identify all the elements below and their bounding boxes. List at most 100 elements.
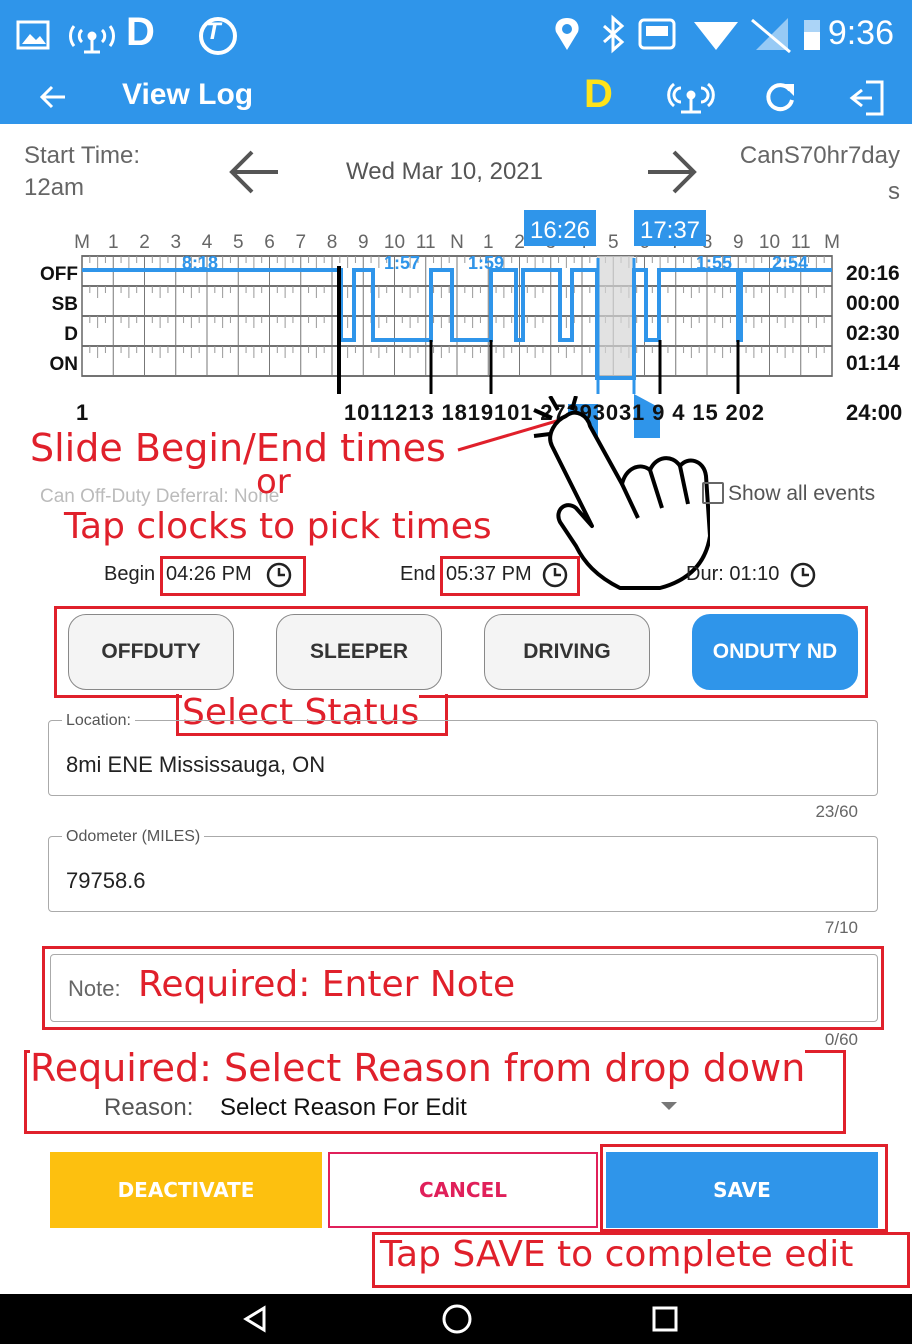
begin-time-value[interactable]: 04:26 PM — [166, 563, 252, 586]
show-all-events-label: Show all events — [728, 482, 876, 505]
driver-d-badge[interactable]: D — [584, 72, 613, 117]
end-label: End — [400, 563, 436, 585]
chart-total-all: 24:00 — [846, 400, 902, 425]
location-counter: 23/60 — [815, 802, 858, 821]
location-value[interactable]: 8mi ENE Mississauga, ON — [66, 752, 325, 778]
duration-clock-icon[interactable] — [788, 560, 818, 590]
row-total: 00:00 — [846, 292, 900, 315]
antenna-icon[interactable] — [666, 78, 716, 116]
annotation-required-note: Required: Enter Note — [138, 964, 516, 1005]
annotation-tap-save: Tap SAVE to complete edit — [380, 1234, 854, 1275]
selected-range-shade — [597, 256, 634, 376]
deferral-text: Can Off-Duty Deferral: None — [40, 486, 280, 507]
show-all-events-checkbox[interactable] — [702, 482, 724, 504]
previous-day-arrow-icon[interactable] — [226, 148, 282, 196]
duration-label: Dur: 01:10 — [686, 563, 780, 585]
hour-label: 4 — [202, 232, 213, 253]
hour-label: 7 — [295, 232, 306, 253]
page-title: View Log — [122, 78, 254, 111]
hour-label: 10 — [384, 232, 405, 253]
row-label: ON — [50, 354, 79, 375]
status-bar: D T 9:36 — [0, 0, 912, 68]
begin-time-handle-label: 16:26 — [530, 217, 590, 244]
back-arrow-icon[interactable] — [38, 82, 68, 112]
no-signal-icon — [751, 18, 791, 54]
note-label: Note: — [68, 976, 121, 1001]
nav-recents-icon[interactable] — [650, 1304, 680, 1334]
hour-label: 2 — [514, 232, 525, 253]
begin-clock-icon[interactable] — [264, 560, 294, 590]
hour-label: 11 — [791, 232, 811, 253]
nav-back-icon[interactable] — [240, 1304, 270, 1334]
row-label: D — [64, 324, 78, 345]
start-time-value: 12am — [24, 174, 85, 201]
log-date: Wed Mar 10, 2021 — [346, 158, 544, 185]
reason-dropdown-value[interactable]: Select Reason For Edit — [220, 1094, 467, 1122]
end-time-handle-label: 17:37 — [640, 217, 700, 244]
annotation-slide: Slide Begin/End times — [30, 426, 446, 470]
image-icon — [16, 20, 50, 50]
status-onduty-nd-button[interactable]: ONDUTY ND — [692, 614, 858, 690]
clock-time: 9:36 — [827, 14, 894, 52]
row-labels: OFF SB D ON — [40, 264, 78, 375]
hour-label: 2 — [139, 232, 150, 253]
wifi-icon — [694, 22, 738, 50]
end-clock-icon[interactable] — [540, 560, 570, 590]
nav-home-icon[interactable] — [440, 1302, 474, 1336]
d-status-icon: D — [126, 10, 155, 54]
logout-icon[interactable] — [848, 78, 888, 118]
hour-label: 9 — [358, 232, 369, 253]
status-icons-right — [555, 14, 820, 54]
deactivate-button[interactable]: DEACTIVATE — [50, 1152, 322, 1228]
save-button[interactable]: SAVE — [606, 1152, 878, 1228]
odometer-field[interactable] — [48, 836, 878, 912]
hour-label: 8 — [327, 232, 338, 253]
hour-label: 11 — [416, 232, 436, 253]
status-offduty-button[interactable]: OFFDUTY — [68, 614, 234, 690]
segment-duration-label: 1:57 — [384, 253, 420, 273]
end-time-value[interactable]: 05:37 PM — [446, 563, 532, 586]
ruleset-label: CanS70hr7day s — [739, 142, 900, 205]
hour-label: 6 — [264, 232, 275, 253]
dropdown-arrow-icon[interactable] — [660, 1100, 678, 1112]
hour-label: 1 — [108, 232, 119, 253]
annotation-required-reason: Required: Select Reason from drop down — [30, 1046, 806, 1090]
note-counter: 0/60 — [824, 1030, 858, 1049]
hour-labels: M1234567891011N1234567891011M — [74, 232, 840, 253]
hour-label: M — [824, 232, 840, 253]
row-label: OFF — [40, 264, 78, 285]
t-status-icon-label: T — [206, 18, 221, 45]
bluetooth-icon — [603, 14, 625, 54]
app-bar: View Log D — [0, 68, 912, 124]
odometer-counter: 7/10 — [824, 918, 858, 937]
odometer-value[interactable]: 79758.6 — [66, 868, 146, 894]
refresh-icon[interactable] — [762, 80, 798, 116]
hour-label: 5 — [233, 232, 244, 253]
hour-label: 3 — [170, 232, 181, 253]
odometer-label: Odometer (MILES) — [62, 828, 205, 846]
row-label: SB — [52, 294, 78, 315]
hour-label: M — [74, 232, 90, 253]
annotation-tap-clocks: Tap clocks to pick times — [64, 506, 492, 547]
row-total: 20:16 — [846, 262, 900, 285]
system-nav-bar — [0, 1294, 912, 1344]
hour-label: 5 — [608, 232, 619, 253]
antenna-icon — [69, 25, 115, 54]
row-total: 01:14 — [846, 352, 900, 375]
row-total: 02:30 — [846, 322, 900, 345]
start-time-label: Start Time: — [24, 142, 141, 169]
location-label: Location: — [62, 712, 135, 730]
begin-label: Begin — [104, 563, 156, 585]
chart-bottom-start: 1 — [76, 400, 88, 425]
chart-grid — [81, 255, 833, 377]
hour-label: 10 — [759, 232, 780, 253]
hour-label: N — [450, 232, 464, 253]
next-day-arrow-icon[interactable] — [644, 148, 700, 196]
status-driving-button[interactable]: DRIVING — [484, 614, 650, 690]
hour-label: 1 — [483, 232, 494, 253]
status-sleeper-button[interactable]: SLEEPER — [276, 614, 442, 690]
cancel-button[interactable]: CANCEL — [328, 1152, 598, 1228]
hour-label: 9 — [733, 232, 744, 253]
reason-label: Reason: — [104, 1094, 194, 1121]
annotation-or: or — [256, 462, 291, 502]
